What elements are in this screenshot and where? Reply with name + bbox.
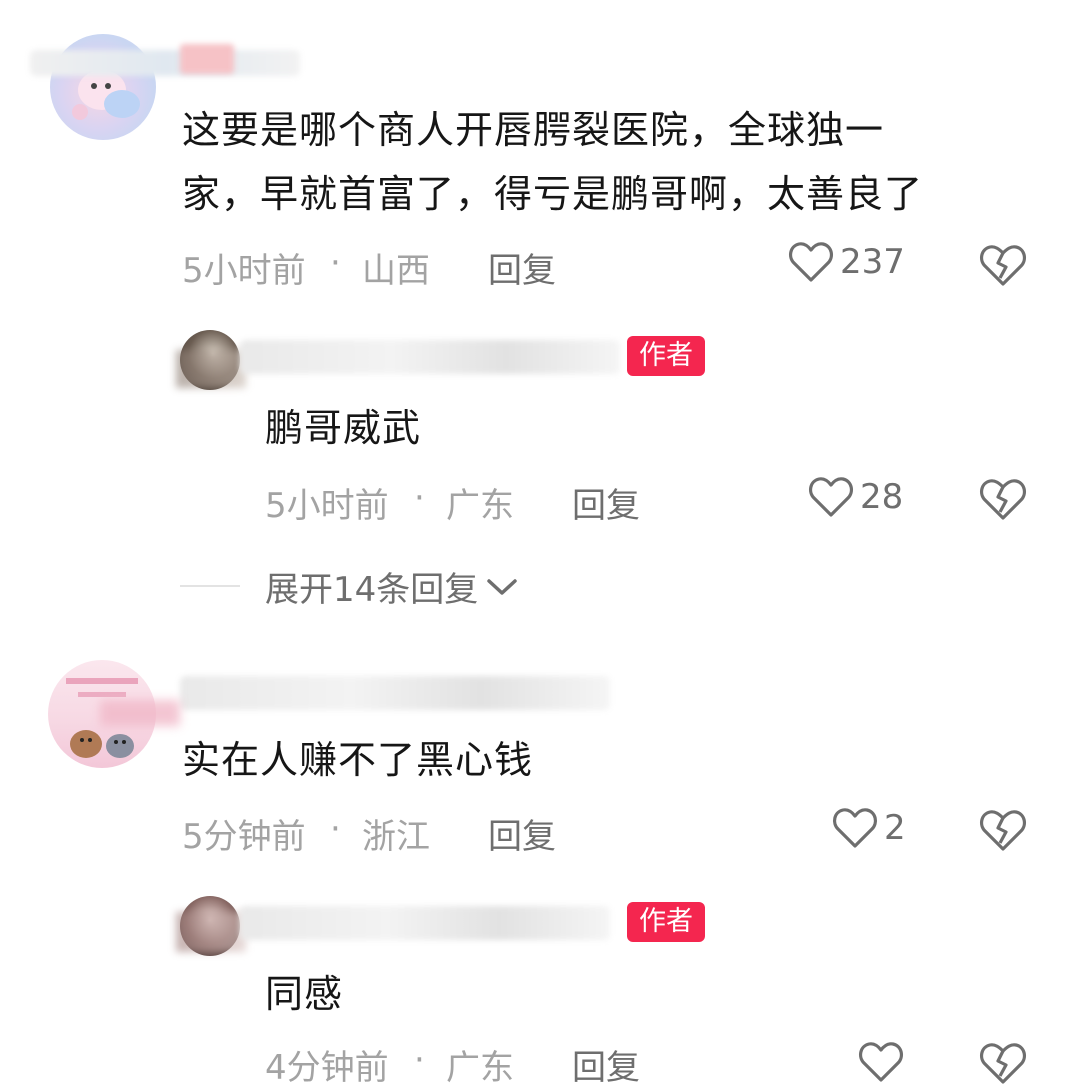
author-username-blurred[interactable] — [240, 340, 620, 374]
broken-heart-icon[interactable] — [978, 1040, 1028, 1086]
username-blurred-tag — [180, 44, 234, 74]
expand-divider-line — [180, 585, 240, 587]
broken-heart-icon[interactable] — [978, 476, 1028, 522]
like-button[interactable]: 28 — [808, 475, 903, 519]
comment-time: 5分钟前 — [182, 817, 306, 857]
heart-outline-icon — [832, 808, 878, 848]
reply-text: 鹏哥威武 — [265, 406, 422, 450]
comment-location: 浙江 — [362, 817, 430, 857]
comment-time: 5小时前 — [182, 251, 306, 291]
comment-text-line-1: 这要是哪个商人开唇腭裂医院，全球独一 — [182, 108, 885, 152]
comment-text: 实在人赚不了黑心钱 — [182, 738, 534, 782]
reply-text: 同感 — [265, 972, 344, 1016]
expand-replies-button[interactable]: 展开14条回复 — [265, 562, 518, 611]
reply-button[interactable]: 回复 — [488, 809, 556, 858]
username-blurred[interactable] — [30, 50, 300, 76]
author-badge: 作者 — [627, 902, 705, 942]
like-count: 237 — [840, 242, 905, 282]
author-badge: 作者 — [627, 336, 705, 376]
avatar-blur-overlay — [176, 350, 246, 388]
broken-heart-icon[interactable] — [978, 242, 1028, 288]
meta-separator: · — [330, 809, 341, 849]
broken-heart-icon[interactable] — [978, 807, 1028, 853]
like-count: 28 — [860, 477, 904, 517]
avatar-blur-overlay — [100, 700, 180, 726]
heart-outline-icon[interactable] — [858, 1040, 904, 1084]
reply-location: 广东 — [446, 1048, 514, 1088]
meta-separator: · — [414, 1040, 425, 1080]
like-count: 2 — [884, 808, 906, 848]
username-blurred[interactable] — [180, 676, 610, 710]
like-button[interactable]: 2 — [832, 806, 906, 850]
reply-button[interactable]: 回复 — [572, 1040, 640, 1089]
comment-location: 山西 — [362, 251, 430, 291]
reply-button[interactable]: 回复 — [488, 243, 556, 292]
reply-button[interactable]: 回复 — [572, 478, 640, 527]
like-button[interactable]: 237 — [788, 240, 905, 284]
reply-time: 5小时前 — [265, 486, 389, 526]
reply-location: 广东 — [446, 486, 514, 526]
meta-separator: · — [414, 478, 425, 518]
heart-outline-icon — [808, 477, 854, 517]
author-username-blurred[interactable] — [240, 906, 610, 940]
chevron-down-icon — [487, 578, 518, 595]
expand-replies-label: 展开14条回复 — [265, 570, 479, 610]
reply-time: 4分钟前 — [265, 1048, 389, 1088]
heart-outline-icon — [788, 242, 834, 282]
meta-separator: · — [330, 243, 341, 283]
avatar-blur-overlay — [176, 912, 246, 952]
comment-text-line-2: 家，早就首富了，得亏是鹏哥啊，太善良了 — [182, 172, 924, 216]
